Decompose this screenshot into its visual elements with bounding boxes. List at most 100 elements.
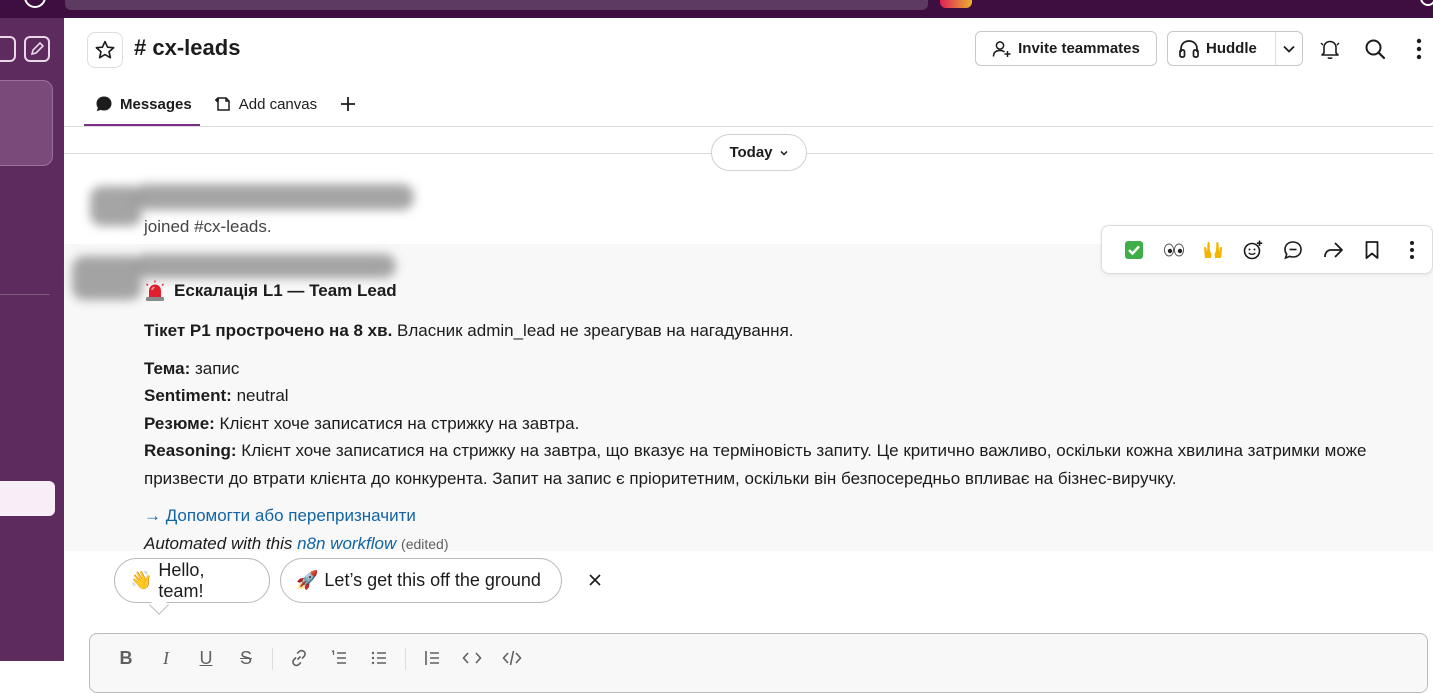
sentiment-value: neutral bbox=[231, 386, 289, 405]
automated-prefix: Automated with this bbox=[144, 533, 298, 553]
huddle-label: Huddle bbox=[1206, 40, 1257, 57]
date-label: Today bbox=[729, 144, 773, 161]
code-icon[interactable] bbox=[452, 648, 492, 668]
message-title: Ескалація L1 — Team Lead bbox=[144, 280, 397, 302]
raised-hands-emoji-icon[interactable] bbox=[1194, 234, 1234, 266]
topic-value: запис bbox=[190, 358, 240, 378]
channel-name: cx-leads bbox=[152, 35, 241, 60]
top-bar bbox=[0, 0, 1433, 18]
help-or-reassign-link[interactable]: → Допомогти або перепризначити bbox=[144, 506, 416, 525]
tab-messages-label: Messages bbox=[120, 95, 192, 113]
overdue-rest: Власник admin_lead не зреагував на нагад… bbox=[392, 321, 794, 340]
overdue-bold: Тікет P1 прострочено на 8 хв. bbox=[144, 321, 393, 340]
more-options-button[interactable] bbox=[1404, 34, 1433, 64]
sidebar-section[interactable] bbox=[0, 80, 53, 166]
tab-add-canvas[interactable]: Add canvas bbox=[203, 93, 328, 115]
plus-icon bbox=[341, 97, 356, 111]
waving-hand-emoji-icon: 👋 bbox=[130, 570, 153, 590]
underline-icon[interactable]: U bbox=[186, 648, 226, 668]
rocket-emoji-icon: 🚀 bbox=[296, 570, 319, 590]
bold-icon[interactable]: B bbox=[106, 648, 146, 668]
headphones-icon bbox=[1179, 39, 1199, 58]
reasoning-line: Reasoning: Клієнт хоче записатися на стр… bbox=[144, 437, 1429, 492]
tabs-divider bbox=[64, 126, 1433, 127]
sidebar-divider bbox=[0, 294, 50, 295]
workspace-sidebar bbox=[0, 18, 64, 661]
ordered-list-icon[interactable] bbox=[319, 648, 359, 668]
suggestion-text: Hello, team! bbox=[158, 559, 205, 601]
suggestion-get-off-ground[interactable]: 🚀 Let’s get this off the ground bbox=[280, 558, 562, 603]
reply-thread-icon[interactable] bbox=[1273, 234, 1313, 266]
join-message-text: joined #cx-leads. bbox=[144, 217, 272, 236]
topic-label: Тема: bbox=[144, 358, 191, 378]
redacted-user-name bbox=[134, 254, 396, 278]
tab-add-canvas-label: Add canvas bbox=[238, 95, 318, 113]
dismiss-suggestions-button[interactable] bbox=[584, 568, 606, 592]
redacted-user-avatar bbox=[72, 256, 142, 300]
chevron-down-icon bbox=[1283, 45, 1295, 53]
summary-value: Клієнт хоче записатися на стрижку на зав… bbox=[214, 413, 580, 433]
invite-label: Invite teammates bbox=[1018, 40, 1140, 57]
bell-icon bbox=[1320, 40, 1340, 60]
search-button[interactable] bbox=[1360, 34, 1390, 64]
settings-icon[interactable] bbox=[0, 36, 16, 62]
huddle-button[interactable]: Huddle bbox=[1168, 32, 1276, 65]
check-mark-emoji-icon[interactable] bbox=[1114, 234, 1154, 266]
message-composer[interactable]: B I U S bbox=[89, 633, 1428, 693]
toolbar-separator bbox=[405, 648, 406, 670]
suggestion-hello-team[interactable]: 👋 Hello, team! bbox=[114, 558, 270, 603]
reasoning-label: Reasoning: bbox=[144, 441, 237, 460]
overdue-line: Тікет P1 прострочено на 8 хв. Власник ad… bbox=[144, 317, 1429, 345]
channel-hash: # bbox=[134, 35, 147, 60]
eyes-emoji-icon[interactable] bbox=[1154, 234, 1194, 266]
blockquote-icon[interactable] bbox=[412, 648, 452, 668]
reasoning-value: Клієнт хоче записатися на стрижку на зав… bbox=[144, 441, 1367, 488]
italic-icon[interactable]: I bbox=[146, 648, 186, 668]
summary-label: Резюме: bbox=[144, 413, 215, 433]
vertical-ellipsis-icon bbox=[1416, 38, 1422, 60]
topic-line: Тема: запис bbox=[144, 355, 1429, 383]
suggestion-text: Let’s get this off the ground bbox=[324, 570, 541, 590]
add-reaction-icon[interactable] bbox=[1233, 234, 1273, 266]
star-channel-button[interactable] bbox=[87, 32, 123, 68]
more-actions-icon[interactable] bbox=[1392, 234, 1432, 266]
forward-icon[interactable] bbox=[1313, 234, 1353, 266]
workspace-search-bar[interactable] bbox=[65, 0, 928, 10]
chat-bubble-icon bbox=[96, 96, 112, 112]
message-actions-toolbar bbox=[1101, 225, 1433, 274]
code-block-icon[interactable] bbox=[492, 648, 532, 668]
notifications-button[interactable] bbox=[1315, 34, 1345, 64]
history-icon[interactable] bbox=[24, 0, 46, 8]
sentiment-label: Sentiment: bbox=[144, 386, 232, 405]
close-icon bbox=[589, 574, 601, 586]
channel-tabs: Messages Add canvas bbox=[84, 93, 368, 127]
rotating-light-icon bbox=[144, 280, 166, 302]
invite-teammates-button[interactable]: Invite teammates bbox=[975, 31, 1157, 66]
date-divider-button[interactable]: Today bbox=[711, 134, 807, 171]
redacted-user-name bbox=[134, 184, 414, 210]
toolbar-separator bbox=[272, 648, 273, 670]
strikethrough-icon[interactable]: S bbox=[226, 648, 266, 668]
app-icon[interactable] bbox=[940, 0, 972, 8]
tab-messages[interactable]: Messages bbox=[84, 93, 203, 115]
huddle-options-button[interactable] bbox=[1276, 44, 1302, 54]
help-icon[interactable] bbox=[1420, 0, 1433, 6]
add-tab-button[interactable] bbox=[328, 93, 368, 115]
canvas-icon bbox=[214, 97, 230, 111]
sentiment-line: Sentiment: neutral bbox=[144, 382, 1429, 410]
channel-view: # cx-leads Invite teammates Huddle Messa… bbox=[64, 18, 1433, 693]
star-icon bbox=[95, 40, 115, 59]
channel-title[interactable]: # cx-leads bbox=[134, 35, 240, 61]
bookmark-icon[interactable] bbox=[1353, 234, 1393, 266]
compose-icon[interactable] bbox=[24, 36, 50, 62]
edited-label: (edited) bbox=[401, 535, 449, 552]
search-icon bbox=[1365, 39, 1386, 60]
add-user-icon bbox=[992, 40, 1011, 57]
link-icon[interactable] bbox=[279, 648, 319, 668]
message-body: Тікет P1 прострочено на 8 хв. Власник ad… bbox=[144, 317, 1429, 558]
automated-footer: Automated with this n8n workflow (edited… bbox=[144, 530, 1429, 559]
summary-line: Резюме: Клієнт хоче записатися на стрижк… bbox=[144, 410, 1429, 438]
bullet-list-icon[interactable] bbox=[359, 648, 399, 668]
n8n-workflow-link[interactable]: n8n workflow bbox=[297, 534, 396, 553]
sidebar-item-selected[interactable] bbox=[0, 481, 55, 516]
